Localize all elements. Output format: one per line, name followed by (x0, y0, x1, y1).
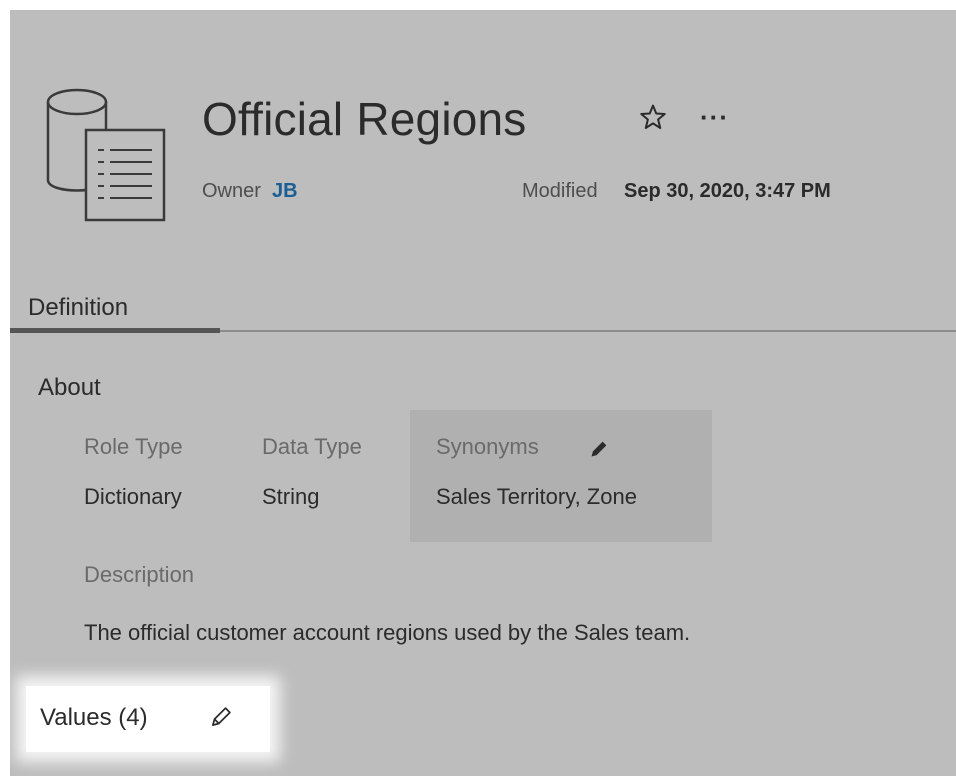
pencil-icon[interactable] (588, 438, 610, 460)
owner-label: Owner (202, 180, 261, 202)
tab-definition[interactable]: Definition (28, 294, 128, 322)
modified-label: Modified (522, 180, 598, 202)
owner-link[interactable]: JB (272, 180, 298, 203)
database-table-icon (46, 88, 166, 222)
description-value: The official customer account regions us… (84, 620, 691, 645)
description-label: Description (84, 562, 195, 587)
page-title: Official Regions (202, 93, 527, 145)
data-type-value: String (262, 484, 320, 509)
tab-active-indicator (10, 328, 220, 333)
about-heading: About (38, 374, 101, 401)
values-link[interactable]: Values (4) (40, 704, 148, 732)
more-options-icon[interactable]: ··· (700, 102, 729, 133)
role-type-value: Dictionary (84, 484, 182, 509)
pencil-outline-icon[interactable] (208, 704, 234, 730)
role-type-label: Role Type (84, 434, 183, 459)
star-icon[interactable] (638, 102, 668, 132)
synonyms-panel (410, 410, 712, 542)
data-type-label: Data Type (262, 434, 362, 459)
modified-date: Sep 30, 2020, 3:47 PM (624, 180, 831, 202)
synonyms-label: Synonyms (436, 434, 539, 459)
page-frame: Official Regions ··· Owner JB Modified S… (10, 10, 956, 776)
synonyms-value: Sales Territory, Zone (436, 484, 637, 509)
